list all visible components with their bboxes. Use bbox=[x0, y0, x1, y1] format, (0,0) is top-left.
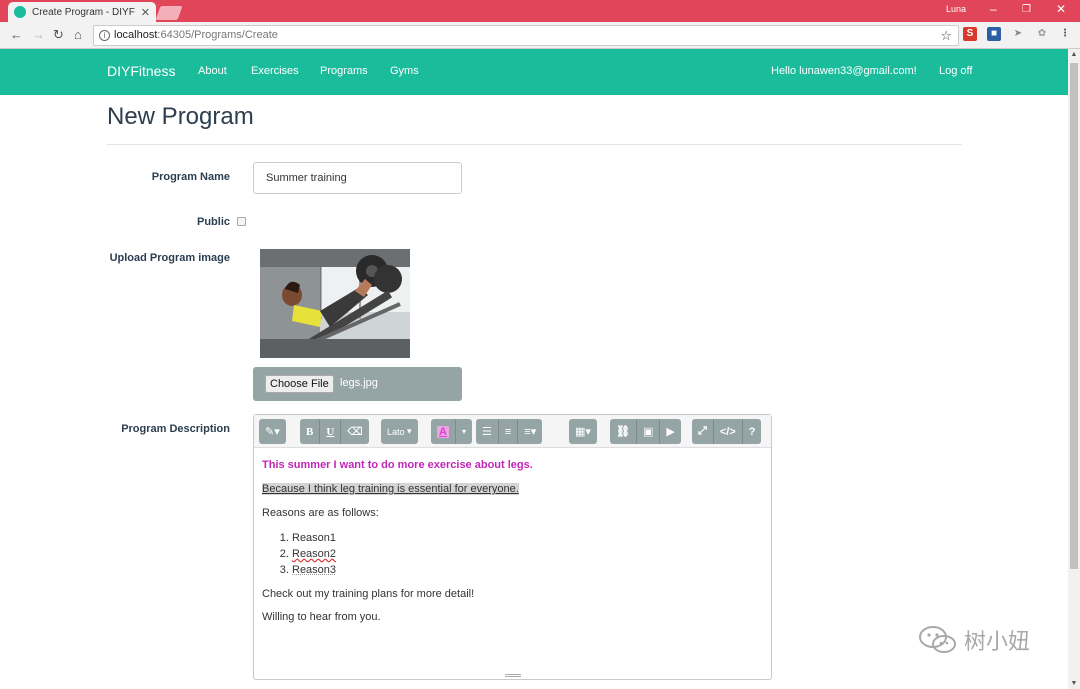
text-color-icon[interactable]: A bbox=[431, 419, 455, 444]
extension-send-icon[interactable]: ➤ bbox=[1011, 27, 1025, 41]
nav-programs[interactable]: Programs bbox=[320, 65, 368, 77]
page-scrollbar[interactable]: ▲ ▼ bbox=[1068, 49, 1080, 689]
home-icon[interactable]: ⌂ bbox=[74, 27, 82, 42]
extension-puzzle-icon[interactable]: ✿ bbox=[1035, 27, 1049, 41]
list-item: Reason2 bbox=[292, 546, 762, 562]
selected-file-name: legs.jpg bbox=[340, 377, 378, 389]
video-icon[interactable]: ▶ bbox=[659, 419, 680, 444]
new-tab-button[interactable] bbox=[155, 6, 183, 20]
program-name-label: Program Name bbox=[151, 171, 230, 183]
bold-icon[interactable]: B bbox=[300, 419, 319, 444]
editor-line-3: Reasons are as follows: bbox=[262, 507, 379, 519]
editor-line-1: This summer I want to do more exercise a… bbox=[262, 459, 533, 471]
browser-titlebar: Create Program - DIYFitn ✕ Luna – ❐ ✕ bbox=[0, 0, 1080, 22]
page-title: New Program bbox=[107, 103, 254, 130]
extension-blue-icon[interactable]: ■ bbox=[987, 27, 1001, 41]
watermark: 树小妞 bbox=[918, 624, 1030, 656]
browser-tab[interactable]: Create Program - DIYFitn ✕ bbox=[8, 2, 156, 22]
profile-name[interactable]: Luna bbox=[946, 4, 966, 14]
underline-icon[interactable]: U bbox=[319, 419, 340, 444]
picture-icon[interactable]: ▣ bbox=[635, 419, 659, 444]
nav-gyms[interactable]: Gyms bbox=[390, 65, 419, 77]
reason-text: Reason2 bbox=[292, 548, 337, 560]
editor-line-2: Because I think leg training is essentia… bbox=[262, 482, 762, 496]
format-group: B U ⌫ bbox=[300, 419, 369, 444]
magic-style-icon[interactable]: ✎▾ bbox=[259, 419, 286, 444]
leg-press-photo bbox=[260, 249, 410, 358]
wechat-icon bbox=[919, 626, 956, 653]
user-greeting-link[interactable]: Hello lunawen33@gmail.com! bbox=[771, 65, 917, 77]
reason-text: Reason1 bbox=[292, 532, 337, 544]
menu-icon[interactable]: ⋮ bbox=[1058, 27, 1072, 41]
scroll-down-icon[interactable]: ▼ bbox=[1070, 680, 1078, 687]
reasons-list: Reason1 Reason2 Reason3 bbox=[292, 530, 762, 578]
site-info-icon[interactable]: i bbox=[99, 30, 110, 41]
url-path: :64305/Programs/Create bbox=[157, 29, 278, 41]
editor-line-4: Check out my training plans for more det… bbox=[262, 588, 475, 600]
eraser-icon[interactable]: ⌫ bbox=[340, 419, 369, 444]
site-navbar: DIYFitness About Exercises Programs Gyms… bbox=[0, 49, 1068, 95]
public-checkbox[interactable] bbox=[237, 217, 246, 226]
view-group: ⤢ </> ? bbox=[692, 419, 762, 444]
editor-line-5: Willing to hear from you. bbox=[262, 611, 381, 623]
numbered-list-icon[interactable]: ≡ bbox=[497, 419, 517, 444]
color-group: A ▾ bbox=[431, 419, 472, 444]
watermark-text: 树小妞 bbox=[964, 630, 1031, 655]
forward-icon[interactable]: → bbox=[32, 27, 45, 42]
reload-icon[interactable]: ↻ bbox=[53, 27, 64, 43]
table-group: ▦▾ bbox=[569, 419, 597, 444]
align-icon[interactable]: ≡▾ bbox=[517, 419, 542, 444]
scroll-up-icon[interactable]: ▲ bbox=[1070, 51, 1078, 58]
restore-icon[interactable]: ❐ bbox=[1022, 4, 1031, 15]
back-icon[interactable]: ← bbox=[10, 27, 23, 42]
font-family-select[interactable]: Lato ▾ bbox=[381, 419, 418, 444]
color-dropdown-icon[interactable]: ▾ bbox=[454, 419, 472, 444]
address-bar[interactable]: i localhost:64305/Programs/Create ☆ bbox=[93, 25, 959, 46]
bullet-list-icon[interactable]: ☰ bbox=[476, 419, 498, 444]
program-name-input[interactable] bbox=[253, 162, 462, 194]
code-view-icon[interactable]: </> bbox=[712, 419, 742, 444]
file-upload-field: Choose File legs.jpg bbox=[253, 367, 462, 401]
table-icon[interactable]: ▦▾ bbox=[569, 419, 597, 444]
fullscreen-icon[interactable]: ⤢ bbox=[692, 419, 713, 444]
upload-image-label: Upload Program image bbox=[109, 252, 230, 264]
insert-group: ⛓ ▣ ▶ bbox=[610, 419, 681, 444]
close-tab-icon[interactable]: ✕ bbox=[141, 6, 150, 19]
help-icon[interactable]: ? bbox=[741, 419, 762, 444]
public-label: Public bbox=[196, 216, 230, 228]
link-icon[interactable]: ⛓ bbox=[610, 419, 636, 444]
list-item: Reason3 bbox=[292, 562, 762, 578]
extension-s-icon[interactable]: S bbox=[963, 27, 977, 41]
font-group: Lato ▾ bbox=[381, 419, 418, 444]
nav-about[interactable]: About bbox=[198, 65, 227, 77]
url-host: localhost bbox=[114, 29, 158, 41]
editor-content[interactable]: This summer I want to do more exercise a… bbox=[262, 458, 762, 624]
bookmark-star-icon[interactable]: ☆ bbox=[940, 26, 952, 45]
title-divider bbox=[107, 144, 962, 145]
editor-resize-handle[interactable] bbox=[505, 674, 521, 677]
font-name: Lato bbox=[387, 426, 405, 437]
nav-exercises[interactable]: Exercises bbox=[251, 65, 299, 77]
minimize-icon[interactable]: – bbox=[990, 2, 997, 16]
choose-file-button[interactable]: Choose File bbox=[265, 375, 334, 393]
browser-toolbar: ← → ↻ ⌂ i localhost:64305/Programs/Creat… bbox=[0, 22, 1080, 49]
window-close-icon[interactable]: ✕ bbox=[1056, 2, 1066, 16]
logoff-link[interactable]: Log off bbox=[939, 65, 972, 77]
program-description-label: Program Description bbox=[121, 423, 230, 435]
highlighted-text: Because I think leg training is essentia… bbox=[262, 483, 519, 495]
brand-link[interactable]: DIYFitness bbox=[107, 63, 175, 79]
list-item: Reason1 bbox=[292, 530, 762, 546]
site-favicon-icon bbox=[14, 6, 26, 18]
tab-title: Create Program - DIYFitn bbox=[32, 6, 135, 18]
rich-text-editor: ✎▾ B U ⌫ Lato ▾ A ▾ ☰ ≡ ≡▾ ▦▾ ⛓ ▣ ▶ ⤢ </ bbox=[253, 414, 772, 680]
paragraph-group: ☰ ≡ ≡▾ bbox=[476, 419, 543, 444]
reason-text: Reason3 bbox=[292, 564, 337, 576]
style-group: ✎▾ bbox=[259, 419, 286, 444]
editor-toolbar: ✎▾ B U ⌫ Lato ▾ A ▾ ☰ ≡ ≡▾ ▦▾ ⛓ ▣ ▶ ⤢ </ bbox=[254, 415, 771, 448]
program-image-preview bbox=[260, 249, 410, 358]
scrollbar-thumb[interactable] bbox=[1070, 63, 1078, 569]
